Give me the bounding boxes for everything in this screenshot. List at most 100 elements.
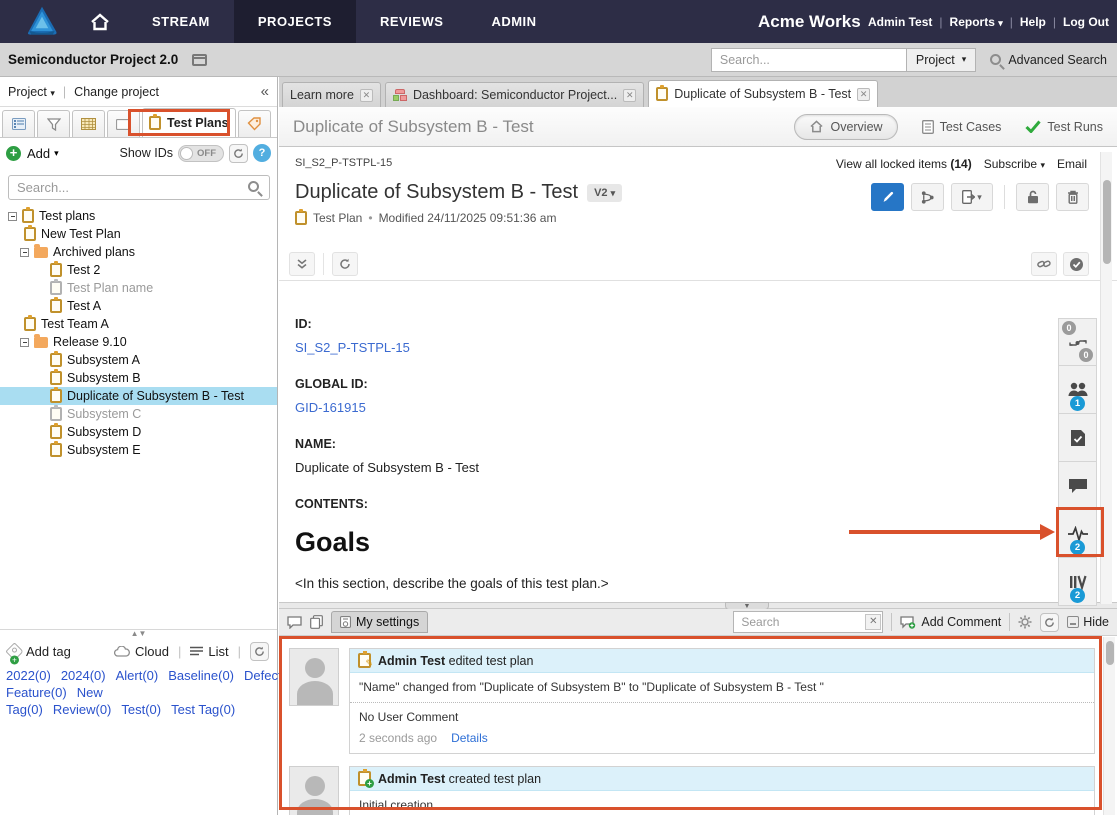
review-rail-button[interactable] (1058, 414, 1097, 462)
global-id-link[interactable]: GID-161915 (295, 400, 366, 415)
collapse-toggle-icon[interactable] (20, 338, 29, 347)
tag-link[interactable]: Test(0) (121, 702, 161, 717)
tag-link[interactable]: Review(0) (53, 702, 112, 717)
comments-refresh-button[interactable] (1040, 613, 1059, 632)
copy-icon[interactable] (310, 615, 323, 629)
activity-rail-button[interactable]: 2 (1058, 510, 1097, 558)
item-id-link[interactable]: SI_S2_P-TSTPL-15 (295, 340, 410, 355)
clear-search-icon[interactable]: ✕ (865, 614, 881, 630)
details-link[interactable]: Details (451, 731, 488, 745)
branch-button[interactable] (911, 183, 944, 211)
view-overview[interactable]: Overview (794, 114, 897, 140)
link-icon-button[interactable] (1031, 252, 1057, 276)
subscribe-menu[interactable]: Subscribe ▾ (984, 157, 1045, 171)
tree-item[interactable]: Subsystem C (0, 405, 277, 423)
close-icon[interactable]: ✕ (360, 89, 373, 102)
tree-item[interactable]: Subsystem A (0, 351, 277, 369)
search-scope-dropdown[interactable]: Project▾ (907, 48, 976, 72)
global-search-input[interactable] (711, 48, 907, 72)
tab-dashboard[interactable]: Dashboard: Semiconductor Project...✕ (385, 82, 644, 107)
help-link[interactable]: Help (1020, 15, 1046, 29)
show-ids-toggle[interactable]: OFF (178, 145, 224, 162)
complete-check-button[interactable] (1063, 252, 1089, 276)
tag-link[interactable]: Alert(0) (116, 668, 159, 683)
expand-all-button[interactable] (289, 252, 315, 276)
tree-item[interactable]: New Test Plan (0, 225, 277, 243)
tag-list-button[interactable]: List (190, 644, 228, 659)
comments-rail-button[interactable] (1058, 462, 1097, 510)
user-name-link[interactable]: Admin Test (868, 15, 932, 29)
add-caret-icon[interactable]: ▾ (54, 148, 59, 159)
tree-item-release-9-10[interactable]: Release 9.10 (0, 333, 277, 351)
relations-rail-button[interactable]: 0 0 (1058, 318, 1097, 366)
tag-cloud-button[interactable]: Cloud (114, 644, 169, 659)
comments-search-input[interactable] (733, 611, 883, 633)
tree-item[interactable]: Test A (0, 297, 277, 315)
tab-filter[interactable] (37, 110, 70, 137)
tree-item[interactable]: Subsystem D (0, 423, 277, 441)
sidebar-collapse-icon[interactable]: « (261, 83, 269, 100)
view-test-cases[interactable]: Test Cases (922, 120, 1002, 134)
export-dropdown-button[interactable]: ▾ (951, 183, 993, 211)
tab-trackers[interactable] (2, 110, 35, 137)
tree-item[interactable]: Subsystem B (0, 369, 277, 387)
versions-rail-button[interactable]: 2 (1058, 558, 1097, 606)
change-project-link[interactable]: Change project (74, 85, 159, 99)
main-scrollbar[interactable] (1100, 152, 1112, 604)
reports-menu[interactable]: Reports ▾ (950, 15, 1003, 29)
horizontal-splitter[interactable]: ▼ (279, 602, 1117, 609)
close-icon[interactable]: ✕ (623, 89, 636, 102)
tree-item[interactable]: Test 2 (0, 261, 277, 279)
tree-item-selected[interactable]: Duplicate of Subsystem B - Test (0, 387, 277, 405)
tree-item-archived-plans[interactable]: Archived plans (0, 243, 277, 261)
logout-link[interactable]: Log Out (1063, 15, 1109, 29)
collapse-toggle-icon[interactable] (8, 212, 17, 221)
add-button[interactable]: Add (27, 146, 50, 161)
add-comment-button[interactable]: Add Comment (900, 615, 1001, 629)
email-link[interactable]: Email (1057, 157, 1087, 171)
add-plus-icon[interactable]: + (6, 146, 21, 161)
nav-item-projects[interactable]: PROJECTS (234, 0, 356, 43)
tab-table[interactable] (72, 110, 105, 137)
tag-link[interactable]: 2022(0) (6, 668, 51, 683)
view-locked-items-link[interactable]: View all locked items (14) (836, 157, 972, 171)
add-tag-button[interactable]: +Add tag (8, 644, 71, 659)
nav-item-stream[interactable]: STREAM (128, 0, 234, 43)
associations-rail-button[interactable]: 1 (1058, 366, 1097, 414)
hide-panel-button[interactable]: Hide (1067, 615, 1109, 629)
tree-item[interactable]: Subsystem E (0, 441, 277, 459)
nav-item-admin[interactable]: ADMIN (467, 0, 560, 43)
version-dropdown[interactable]: V2 ▾ (587, 184, 622, 202)
refresh-button[interactable] (332, 252, 358, 276)
delete-button[interactable] (1056, 183, 1089, 211)
tab-learn-more[interactable]: Learn more✕ (282, 82, 381, 107)
close-icon[interactable]: ✕ (857, 88, 870, 101)
scrollbar-thumb[interactable] (1103, 180, 1111, 264)
tab-tags[interactable] (238, 110, 271, 137)
comments-filter-icon[interactable] (287, 616, 302, 629)
nav-item-reviews[interactable]: REVIEWS (356, 0, 467, 43)
tree-search-input[interactable] (8, 175, 270, 200)
sidebar-splitter[interactable]: ▲▼ (0, 629, 277, 637)
tag-link[interactable]: Test Tag(0) (171, 702, 235, 717)
tree-item-test-plans[interactable]: Test plans (0, 207, 277, 225)
edit-button[interactable] (871, 183, 904, 211)
tab-duplicate-test-plan[interactable]: Duplicate of Subsystem B - Test✕ (648, 80, 878, 107)
my-settings-button[interactable]: My settings (331, 611, 428, 633)
comments-scrollbar[interactable] (1103, 637, 1115, 815)
window-layout-icon[interactable] (192, 54, 207, 66)
tag-link[interactable]: 2024(0) (61, 668, 106, 683)
tree-item[interactable]: Test Plan name (0, 279, 277, 297)
advanced-search-link[interactable]: Advanced Search (990, 53, 1107, 67)
tag-link[interactable]: Baseline(0) (168, 668, 234, 683)
tree-refresh-button[interactable] (229, 144, 248, 163)
tab-panel[interactable] (107, 110, 140, 137)
project-menu[interactable]: Project ▾ (8, 85, 55, 99)
help-icon[interactable]: ? (253, 144, 271, 162)
tags-refresh-button[interactable] (250, 642, 269, 661)
view-test-runs[interactable]: Test Runs (1025, 120, 1103, 134)
app-logo-icon[interactable] (22, 4, 62, 40)
collapse-toggle-icon[interactable] (20, 248, 29, 257)
tree-item[interactable]: Test Team A (0, 315, 277, 333)
scrollbar-thumb[interactable] (1106, 641, 1114, 665)
